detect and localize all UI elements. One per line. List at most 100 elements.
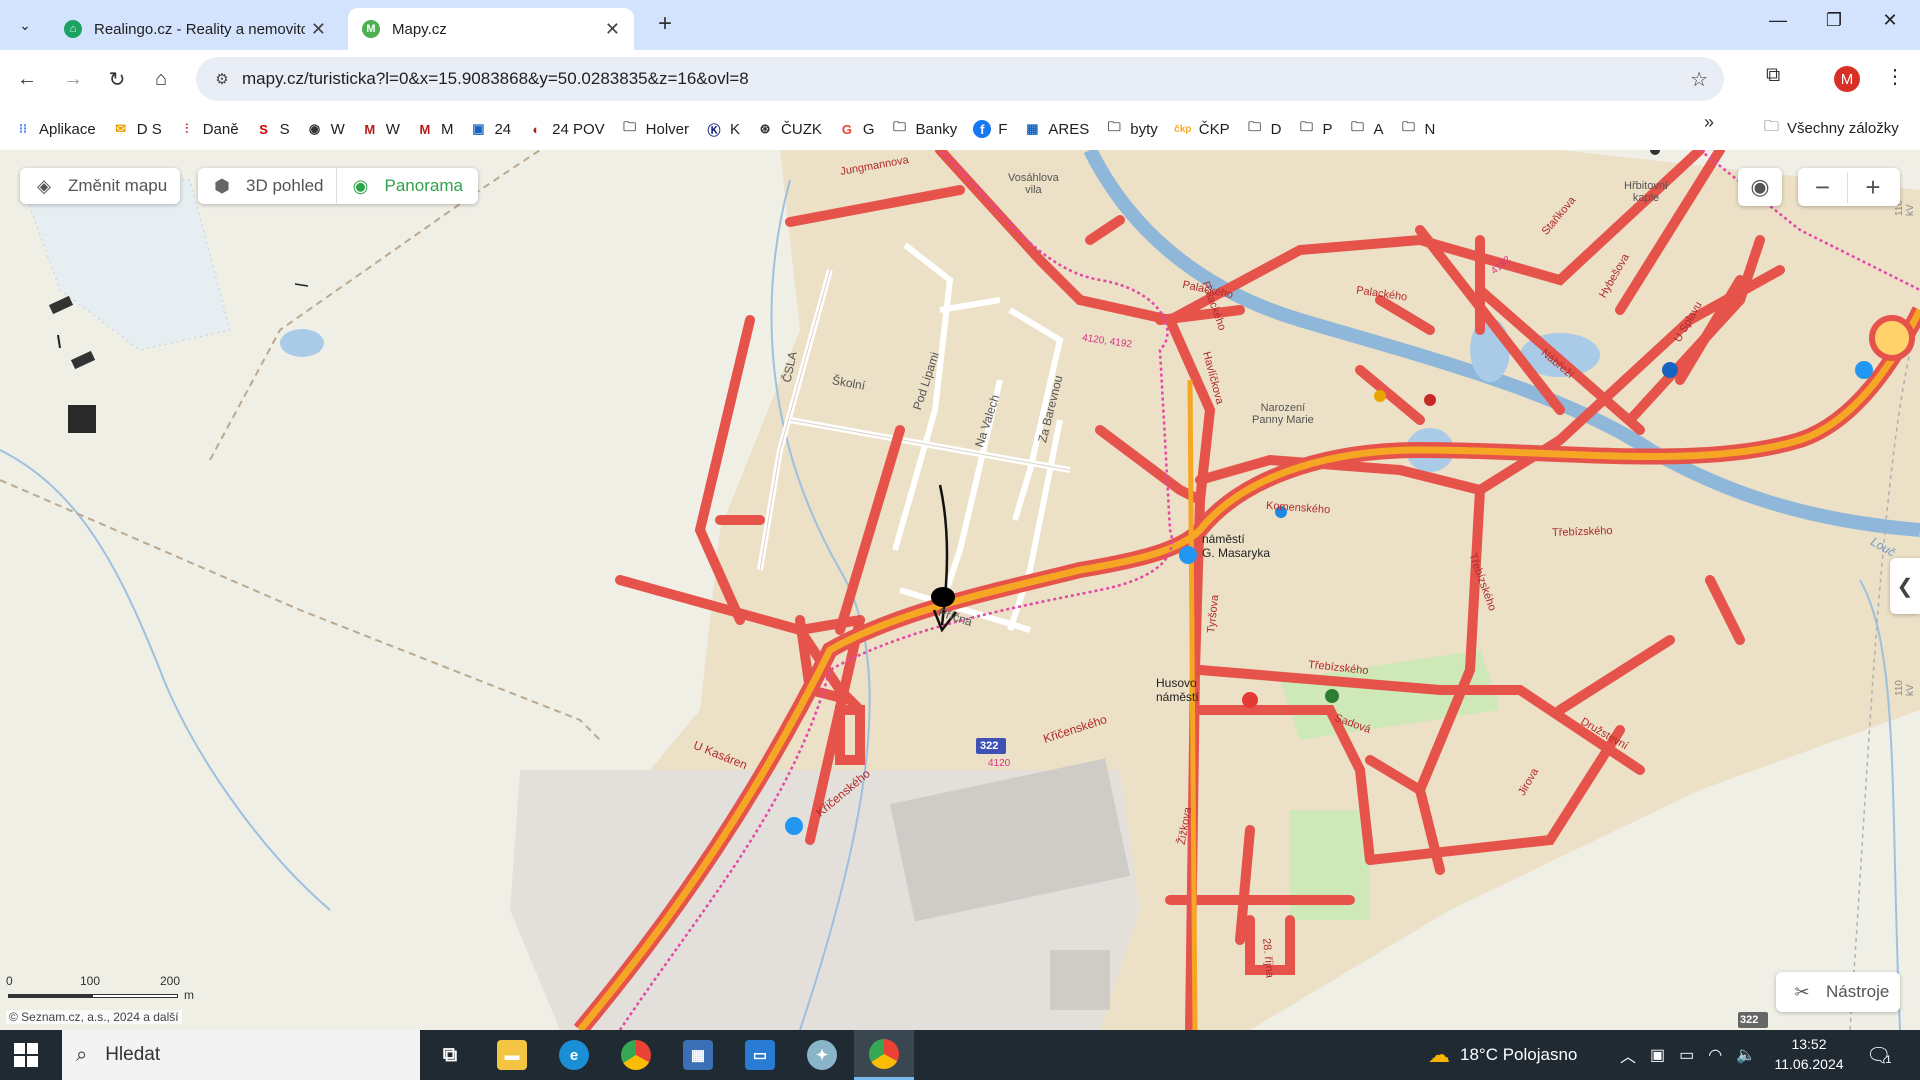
boat-icon[interactable]: [1662, 362, 1678, 378]
task-view-button[interactable]: ⧉: [420, 1030, 480, 1080]
maximize-button[interactable]: ❐: [1814, 10, 1854, 31]
bookmark-a[interactable]: 🗀 A: [1349, 119, 1384, 138]
hospital-icon[interactable]: [1242, 692, 1258, 708]
bookmark-k[interactable]: Ⓚ K: [705, 120, 741, 138]
close-tab-icon[interactable]: ✕: [311, 19, 326, 40]
reload-button[interactable]: ↻: [102, 64, 132, 94]
m-red-icon: M: [419, 121, 431, 137]
calculator-button[interactable]: ▦: [668, 1030, 728, 1080]
map-copyright[interactable]: © Seznam.cz, a.s., 2024 a další: [6, 1010, 182, 1024]
building: [1050, 950, 1110, 1010]
weather-sun-cloud-icon: ☁: [1428, 1042, 1450, 1067]
url-text[interactable]: mapy.cz/turisticka?l=0&x=15.9083868&y=50…: [242, 69, 749, 89]
chapel-icon[interactable]: [1650, 150, 1660, 155]
bookmark-star-icon[interactable]: ☆: [1690, 67, 1708, 92]
minimize-button[interactable]: —: [1758, 10, 1798, 31]
taskbar-search[interactable]: ⌕ Hledat: [62, 1030, 420, 1080]
m-red-icon: M: [364, 121, 376, 137]
profile-avatar[interactable]: M: [1834, 66, 1860, 92]
place-label: Vosáhlova vila: [1008, 172, 1059, 196]
meet-icon[interactable]: ▣: [1650, 1045, 1665, 1065]
bookmark-ckp[interactable]: čkp ČKP: [1174, 120, 1229, 138]
tab-search-dropdown-icon[interactable]: ⌄: [10, 10, 40, 40]
map-canvas[interactable]: Jungmannova Vosáhlova vila ČSLA Školní P…: [0, 150, 1920, 1030]
stream: [0, 449, 331, 911]
clock-time: 13:52: [1791, 1036, 1827, 1052]
edge-button[interactable]: e: [544, 1030, 604, 1080]
target-icon: ◉: [1750, 174, 1770, 199]
battery-icon[interactable]: ▭: [1679, 1045, 1694, 1065]
forward-button[interactable]: →: [58, 64, 88, 94]
bookmark-p[interactable]: 🗀 P: [1297, 119, 1333, 138]
3d-view-button[interactable]: ⬢ 3D pohled: [198, 168, 337, 204]
bookmark-n[interactable]: 🗀 N: [1400, 119, 1435, 138]
chevron-left-icon: ❮: [1896, 575, 1914, 598]
bookmark-cuzk[interactable]: ⊛ ČUZK: [756, 120, 822, 138]
extensions-icon[interactable]: ⧉: [1766, 64, 1780, 87]
bookmark-24[interactable]: ▣ 24: [469, 120, 511, 138]
bookmark-aplikace[interactable]: ⁝⁝ Aplikace: [14, 120, 96, 138]
bus-stop-icon[interactable]: [785, 817, 803, 835]
close-window-button[interactable]: ✕: [1870, 10, 1910, 31]
home-button[interactable]: ⌂: [146, 64, 176, 94]
bookmark-banky[interactable]: 🗀 Banky: [891, 119, 957, 138]
folder-icon: 🗀: [893, 119, 907, 134]
bookmark-byty[interactable]: 🗀 byty: [1105, 119, 1158, 138]
browser-menu-icon[interactable]: ⋮: [1885, 64, 1905, 89]
bookmark-w1[interactable]: ◉ W: [306, 120, 345, 138]
scribble: [48, 295, 74, 315]
wifi-icon[interactable]: ◠: [1708, 1045, 1722, 1065]
new-tab-button[interactable]: +: [650, 10, 680, 38]
file-explorer-button[interactable]: ▬: [482, 1030, 542, 1080]
bookmark-ds[interactable]: ✉ D S: [112, 120, 161, 138]
folder-icon: 🗀: [1402, 119, 1416, 134]
address-bar[interactable]: ⚙ mapy.cz/turisticka?l=0&x=15.9083868&y=…: [196, 57, 1724, 101]
calculator-icon: ▦: [683, 1040, 713, 1070]
bookmark-g[interactable]: GG: [838, 120, 875, 138]
bookmark-24pov[interactable]: ◐ 24 POV: [527, 120, 604, 138]
notifications-button[interactable]: 🗨 1: [1866, 1030, 1892, 1080]
clock[interactable]: 13:52 11.06.2024: [1764, 1034, 1854, 1074]
back-button[interactable]: ←: [12, 64, 42, 94]
bookmark-w2[interactable]: MW: [361, 120, 400, 138]
chrome-active-button[interactable]: [854, 1030, 914, 1080]
all-bookmarks-folder[interactable]: 🗀 Všechny záložky: [1764, 116, 1899, 141]
close-tab-icon[interactable]: ✕: [605, 19, 620, 40]
zoom-in-button[interactable]: +: [1848, 172, 1898, 203]
museum-icon[interactable]: [1424, 394, 1436, 406]
bookmark-d[interactable]: 🗀 D: [1246, 119, 1281, 138]
volume-icon[interactable]: 🔈: [1736, 1045, 1756, 1065]
street-label: Třebízského: [1551, 524, 1613, 540]
change-map-button[interactable]: ◈ Změnit mapu: [20, 168, 180, 204]
locate-me-button[interactable]: ◉: [1738, 168, 1782, 206]
windows-start-icon[interactable]: [14, 1043, 38, 1067]
info-icon[interactable]: [1374, 390, 1386, 402]
ckp-icon: čkp: [1174, 123, 1192, 135]
scale-label-200: 200: [160, 974, 181, 988]
bookmark-f[interactable]: fF: [973, 120, 1007, 138]
bookmark-ares[interactable]: ▦ ARES: [1023, 120, 1089, 138]
chrome-button[interactable]: [606, 1030, 666, 1080]
bus-stop-icon[interactable]: [1179, 546, 1197, 564]
side-panel-toggle[interactable]: ❮: [1890, 558, 1920, 614]
bookmark-holver[interactable]: 🗀 Holver: [621, 119, 689, 138]
zoom-out-button[interactable]: −: [1798, 171, 1848, 203]
app-button[interactable]: ✦: [792, 1030, 852, 1080]
bookmark-m[interactable]: MM: [416, 120, 454, 138]
tab-mapy[interactable]: M Mapy.cz ✕: [348, 8, 634, 50]
chrome-icon: [621, 1040, 651, 1070]
power-line-label: 110 kV: [1894, 680, 1916, 696]
site-info-icon[interactable]: ⚙: [202, 70, 242, 88]
remote-desktop-button[interactable]: ▭: [730, 1030, 790, 1080]
road-number: 322: [1740, 1014, 1759, 1026]
tab-realingo[interactable]: ⌂ Realingo.cz - Reality a nemovitosti ✕: [50, 8, 340, 50]
bookmark-s[interactable]: SS: [255, 120, 289, 138]
bookmark-dane[interactable]: ⫶ Daně: [178, 120, 238, 138]
panorama-button[interactable]: ◉ Panorama: [337, 168, 475, 204]
weather-widget[interactable]: ☁ 18°C Polojasno: [1428, 1030, 1577, 1080]
bus-stop-icon[interactable]: [1855, 361, 1873, 379]
bookmarks-overflow-icon[interactable]: »: [1704, 112, 1714, 133]
chevron-up-icon[interactable]: ︿: [1620, 1043, 1636, 1067]
sports-icon[interactable]: [1325, 689, 1339, 703]
tools-button[interactable]: ✂ Nástroje: [1776, 972, 1900, 1012]
